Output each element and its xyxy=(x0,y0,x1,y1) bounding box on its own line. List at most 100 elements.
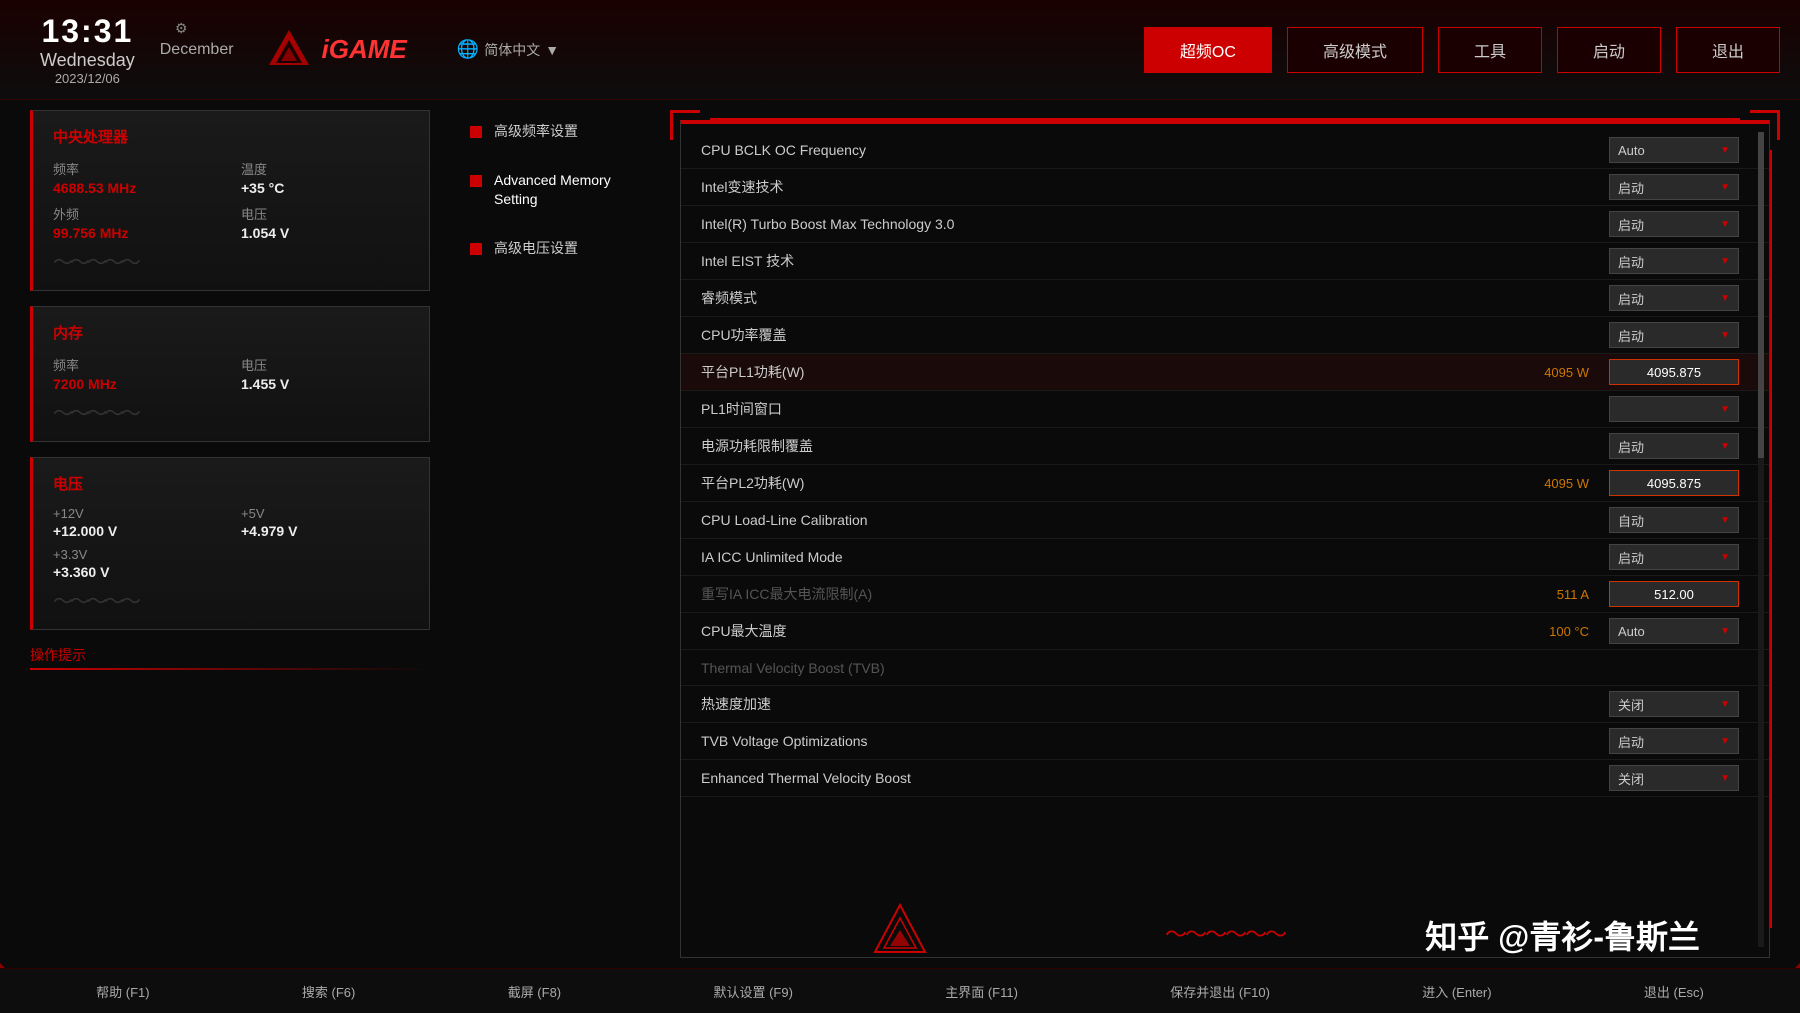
settings-row[interactable]: PL1时间窗口▼ xyxy=(681,391,1769,428)
dropdown-control[interactable]: 启动▼ xyxy=(1609,544,1739,570)
row-control[interactable]: 启动▼ xyxy=(1609,433,1749,459)
settings-row[interactable]: CPU BCLK OC FrequencyAuto▼ xyxy=(681,132,1769,169)
settings-row[interactable]: TVB Voltage Optimizations启动▼ xyxy=(681,723,1769,760)
v12-label: +12V xyxy=(53,506,221,521)
settings-row[interactable]: CPU最大温度100 °CAuto▼ xyxy=(681,613,1769,650)
value-input[interactable]: 512.00 xyxy=(1609,581,1739,607)
row-name: CPU最大温度 xyxy=(701,621,1509,641)
cpu-extfreq-label: 外频 xyxy=(53,204,221,223)
row-control[interactable]: 启动▼ xyxy=(1609,728,1749,754)
value-input[interactable]: 4095.875 xyxy=(1609,470,1739,496)
row-name: 重写IA ICC最大电流限制(A) xyxy=(701,584,1509,604)
footer-screenshot[interactable]: 截屏 (F8) xyxy=(508,982,561,1001)
memory-card: 内存 频率 7200 MHz 电压 1.455 V 〜〜〜〜〜 xyxy=(30,306,430,442)
settings-row[interactable]: CPU Load-Line Calibration自动▼ xyxy=(681,502,1769,539)
v5-value: +4.979 V xyxy=(241,523,409,539)
row-control[interactable]: 关闭▼ xyxy=(1609,765,1749,791)
settings-row[interactable]: 平台PL1功耗(W)4095 W4095.875 xyxy=(681,354,1769,391)
settings-row[interactable]: Intel(R) Turbo Boost Max Technology 3.0启… xyxy=(681,206,1769,243)
dropdown-control[interactable]: 启动▼ xyxy=(1609,248,1739,274)
nav-exit-btn[interactable]: 退出 xyxy=(1676,27,1780,73)
logo-section: iGAME xyxy=(264,25,407,75)
dropdown-control[interactable]: 关闭▼ xyxy=(1609,765,1739,791)
gear-icon: ⚙ xyxy=(175,20,188,37)
footer-save-exit[interactable]: 保存并退出 (F10) xyxy=(1170,982,1270,1001)
settings-row[interactable]: Enhanced Thermal Velocity Boost关闭▼ xyxy=(681,760,1769,797)
row-name: CPU功率覆盖 xyxy=(701,325,1609,345)
nav-tools-btn[interactable]: 工具 xyxy=(1438,27,1542,73)
settings-row[interactable]: 重写IA ICC最大电流限制(A)511 A512.00 xyxy=(681,576,1769,613)
settings-row[interactable]: 平台PL2功耗(W)4095 W4095.875 xyxy=(681,465,1769,502)
row-name: CPU BCLK OC Frequency xyxy=(701,142,1609,158)
dropdown-control[interactable]: 启动▼ xyxy=(1609,285,1739,311)
dropdown-control[interactable]: 启动▼ xyxy=(1609,322,1739,348)
settings-row[interactable]: 热速度加速关闭▼ xyxy=(681,686,1769,723)
row-control[interactable]: 关闭▼ xyxy=(1609,691,1749,717)
scrollbar-track[interactable] xyxy=(1758,132,1764,947)
row-control[interactable]: Auto▼ xyxy=(1609,618,1749,644)
dropdown-control[interactable]: 启动▼ xyxy=(1609,174,1739,200)
nav-overclock-btn[interactable]: 超频OC xyxy=(1144,27,1272,73)
row-control[interactable]: 启动▼ xyxy=(1609,248,1749,274)
row-name: Intel变速技术 xyxy=(701,177,1609,197)
row-name: Thermal Velocity Boost (TVB) xyxy=(701,660,1749,676)
dropdown-control[interactable]: ▼ xyxy=(1609,396,1739,422)
ops-bar xyxy=(30,668,430,670)
row-control[interactable]: Auto▼ xyxy=(1609,137,1749,163)
settings-row[interactable]: CPU功率覆盖启动▼ xyxy=(681,317,1769,354)
scrollbar-thumb[interactable] xyxy=(1758,132,1764,458)
settings-table[interactable]: CPU BCLK OC FrequencyAuto▼Intel变速技术启动▼In… xyxy=(681,122,1769,917)
sidebar-item-memory[interactable]: Advanced Memory Setting xyxy=(460,159,660,222)
row-control[interactable]: 自动▼ xyxy=(1609,507,1749,533)
dropdown-control[interactable]: Auto▼ xyxy=(1609,618,1739,644)
row-control[interactable]: 启动▼ xyxy=(1609,544,1749,570)
row-control[interactable]: 4095.875 xyxy=(1609,359,1749,385)
content-panel: CPU BCLK OC FrequencyAuto▼Intel变速技术启动▼In… xyxy=(680,120,1770,958)
dropdown-control[interactable]: 自动▼ xyxy=(1609,507,1739,533)
row-name: Enhanced Thermal Velocity Boost xyxy=(701,770,1609,786)
row-control[interactable]: 4095.875 xyxy=(1609,470,1749,496)
sidebar-item-voltage[interactable]: 高级电压设置 xyxy=(460,227,660,271)
settings-row[interactable]: Intel变速技术启动▼ xyxy=(681,169,1769,206)
nav-start-btn[interactable]: 启动 xyxy=(1557,27,1661,73)
settings-row[interactable]: Intel EIST 技术启动▼ xyxy=(681,243,1769,280)
row-control[interactable]: ▼ xyxy=(1609,396,1749,422)
settings-row[interactable]: Thermal Velocity Boost (TVB) xyxy=(681,650,1769,686)
footer-enter[interactable]: 进入 (Enter) xyxy=(1422,982,1491,1001)
footer-main[interactable]: 主界面 (F11) xyxy=(945,982,1018,1001)
footer-help[interactable]: 帮助 (F1) xyxy=(96,982,149,1001)
lang-selector[interactable]: 🌐 简体中文 ▼ xyxy=(457,39,559,60)
footer-esc[interactable]: 退出 (Esc) xyxy=(1644,982,1704,1001)
dropdown-control[interactable]: 启动▼ xyxy=(1609,433,1739,459)
settings-row[interactable]: 睿频模式启动▼ xyxy=(681,280,1769,317)
row-control[interactable]: 启动▼ xyxy=(1609,174,1749,200)
v5-group: +5V +4.979 V xyxy=(241,506,409,539)
row-name: 平台PL2功耗(W) xyxy=(701,473,1509,493)
voltage-wave: 〜〜〜〜〜 xyxy=(53,585,409,614)
row-name: IA ICC Unlimited Mode xyxy=(701,549,1609,565)
voltage-grid: +12V +12.000 V +5V +4.979 V +3.3V +3.360… xyxy=(53,506,409,580)
cpu-grid: 频率 4688.53 MHz 温度 +35 °C 外频 99.756 MHz 电… xyxy=(53,159,409,241)
footer-search[interactable]: 搜索 (F6) xyxy=(302,982,355,1001)
sidebar-item-freq[interactable]: 高级频率设置 xyxy=(460,110,660,154)
row-control[interactable]: 512.00 xyxy=(1609,581,1749,607)
dropdown-control[interactable]: 启动▼ xyxy=(1609,728,1739,754)
nav-advanced-mode-btn[interactable]: 高级模式 xyxy=(1287,27,1423,73)
settings-row[interactable]: 电源功耗限制覆盖启动▼ xyxy=(681,428,1769,465)
dropdown-control[interactable]: 启动▼ xyxy=(1609,211,1739,237)
sidebar-label-freq: 高级频率设置 xyxy=(494,122,578,142)
bottom-wave: 〜〜〜〜〜〜 xyxy=(1165,917,1285,949)
dropdown-control[interactable]: Auto▼ xyxy=(1609,137,1739,163)
footer-defaults[interactable]: 默认设置 (F9) xyxy=(713,982,792,1001)
dropdown-control[interactable]: 关闭▼ xyxy=(1609,691,1739,717)
row-control[interactable]: 启动▼ xyxy=(1609,322,1749,348)
v12-value: +12.000 V xyxy=(53,523,221,539)
v12-group: +12V +12.000 V xyxy=(53,506,221,539)
settings-row[interactable]: IA ICC Unlimited Mode启动▼ xyxy=(681,539,1769,576)
row-control[interactable]: 启动▼ xyxy=(1609,285,1749,311)
cpu-freq-label: 频率 xyxy=(53,159,221,178)
row-control[interactable]: 启动▼ xyxy=(1609,211,1749,237)
value-input[interactable]: 4095.875 xyxy=(1609,359,1739,385)
main-content: CPU BCLK OC FrequencyAuto▼Intel变速技术启动▼In… xyxy=(680,120,1770,958)
mem-voltage-value: 1.455 V xyxy=(241,376,409,392)
